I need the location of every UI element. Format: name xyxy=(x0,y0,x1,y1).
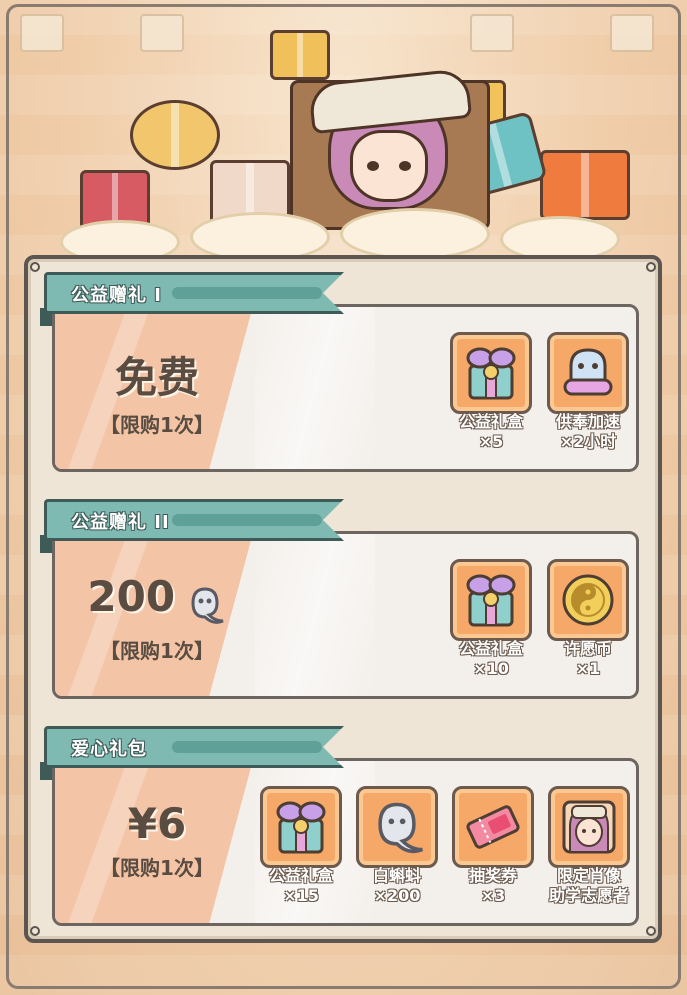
corner-rivet xyxy=(30,926,40,936)
deco-card xyxy=(20,14,64,52)
price-amount: ¥6 xyxy=(127,799,187,848)
card-sheen xyxy=(255,534,375,696)
reward-count: ×3 xyxy=(480,886,506,905)
reward-item[interactable]: 限定肖像 助学志愿者 xyxy=(548,786,630,908)
charity-gift-box-icon xyxy=(276,801,326,854)
ribbon-track xyxy=(172,514,322,526)
gift-icon xyxy=(270,30,330,80)
reward-tile xyxy=(450,559,532,641)
purchase-limit: 【限购1次】 xyxy=(100,413,214,437)
pack-title-ribbon: 公益赠礼 II xyxy=(44,499,344,541)
pack-price: ¥6 【限购1次】 xyxy=(52,799,262,881)
lottery-ticket-icon xyxy=(466,805,520,849)
corner-rivet xyxy=(30,262,40,272)
reward-tile xyxy=(547,559,629,641)
reward-tile xyxy=(548,786,630,868)
reward-item[interactable]: 公益礼盒 ×5 xyxy=(450,332,532,454)
pack-title: 公益赠礼 I xyxy=(71,285,162,306)
white-tadpole-icon xyxy=(183,583,227,631)
portrait-icon xyxy=(562,800,616,854)
corner-rivet xyxy=(646,262,656,272)
price-amount: 免费 xyxy=(114,353,199,402)
price-amount: 200 xyxy=(87,572,176,621)
ghost-offering-speedup-icon xyxy=(563,348,613,396)
reward-tile xyxy=(452,786,534,868)
reward-count: 助学志愿者 xyxy=(548,886,629,905)
corner-rivet xyxy=(646,926,656,936)
eye-icon xyxy=(399,161,411,171)
cloud-decoration xyxy=(40,200,640,264)
reward-tile xyxy=(260,786,342,868)
character-face xyxy=(350,130,428,202)
charity-gift-box-icon xyxy=(466,347,516,400)
wish-coin-icon xyxy=(562,574,614,626)
purchase-limit: 【限购1次】 xyxy=(100,638,214,663)
reward-item[interactable]: 许愿币 ×1 xyxy=(547,559,629,681)
cloud-icon xyxy=(340,208,490,260)
pack-price: 200 【限购1次】 xyxy=(52,572,262,664)
card-sheen xyxy=(255,307,375,469)
white-tadpole-icon xyxy=(378,802,424,854)
charity-gift-box-icon xyxy=(466,574,516,627)
ribbon-track xyxy=(172,287,322,299)
pack-title: 公益赠礼 II xyxy=(71,512,170,533)
pack-title: 爱心礼包 xyxy=(71,739,147,760)
reward-item[interactable]: 供奉加速 ×2小时 xyxy=(547,332,629,454)
reward-item[interactable]: 抽奖券 ×3 xyxy=(452,786,534,908)
donut-icon xyxy=(130,100,220,170)
pack-title-ribbon: 公益赠礼 I xyxy=(44,272,344,314)
reward-count: ×1 xyxy=(575,659,601,678)
reward-item[interactable]: 白蝌蚪 ×200 xyxy=(356,786,438,908)
pack-price: 免费 【限购1次】 xyxy=(52,344,262,438)
purchase-limit: 【限购1次】 xyxy=(100,856,214,880)
reward-item[interactable]: 公益礼盒 ×10 xyxy=(450,559,532,681)
ribbon-track xyxy=(172,741,322,753)
reward-tile xyxy=(547,332,629,414)
reward-tile xyxy=(356,786,438,868)
reward-item[interactable]: 公益礼盒 ×15 xyxy=(260,786,342,908)
reward-count: ×200 xyxy=(373,886,421,905)
eye-icon xyxy=(367,161,379,171)
reward-tile xyxy=(450,332,532,414)
pack-title-ribbon: 爱心礼包 xyxy=(44,726,344,768)
